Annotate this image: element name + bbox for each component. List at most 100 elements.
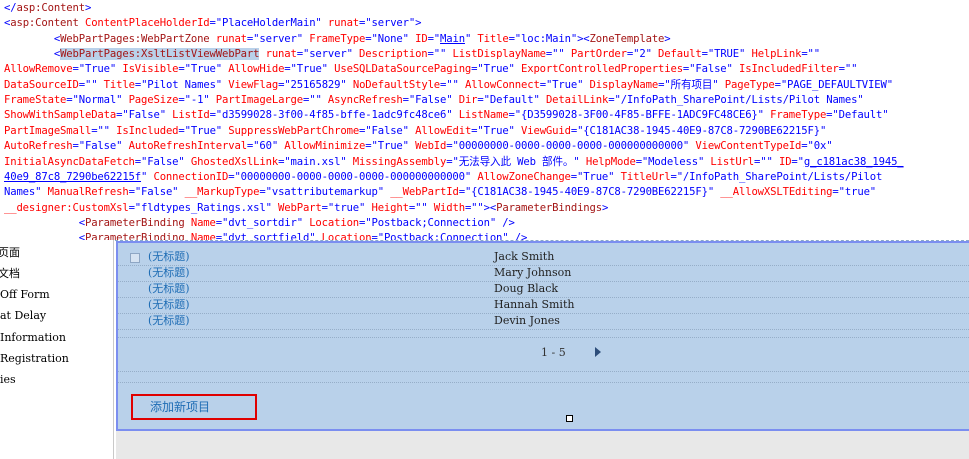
design-surface-margin: [116, 431, 969, 459]
code-line[interactable]: 40e9_87c8_7290be62215f" ConnectionID="00…: [4, 170, 882, 185]
nav-item-registration[interactable]: Registration: [0, 350, 69, 368]
xslt-list-view-webpart[interactable]: (无标题) Jack Smith (无标题) Mary Johnson (无标题…: [116, 241, 969, 431]
code-token: "True": [78, 63, 117, 76]
table-row[interactable]: (无标题) Jack Smith: [118, 249, 969, 266]
item-title-link[interactable]: (无标题): [148, 281, 190, 297]
code-token: ConnectionID: [147, 170, 229, 183]
code-token: PartImageSmall: [4, 124, 92, 137]
code-editor[interactable]: </asp:Content> <asp:Content ContentPlaceH…: [0, 0, 969, 240]
code-token: "": [471, 201, 484, 214]
code-token: TitleUrl: [614, 170, 671, 183]
code-token: "loc:Main": [514, 32, 578, 45]
pager-next-icon[interactable]: [595, 347, 601, 357]
code-token: "true": [838, 186, 877, 199]
code-line[interactable]: <WebPartPages:XsltListViewWebPart runat =…: [4, 47, 820, 62]
code-token: HelpMode: [579, 155, 636, 168]
code-line[interactable]: InitialAsyncDataFetch="False" GhostedXsl…: [4, 155, 904, 170]
code-token: Height: [365, 201, 409, 214]
add-new-item-link[interactable]: 添加新项目: [131, 394, 257, 420]
code-line[interactable]: Names" ManualRefresh="False" __MarkupTyp…: [4, 185, 876, 200]
code-token: DetailLink: [539, 94, 609, 107]
code-token: "TRUE": [707, 48, 746, 61]
code-token: "Default": [483, 94, 540, 107]
code-line[interactable]: <ParameterBinding Name="dvt_sortdir" Loc…: [4, 216, 515, 231]
code-token: "{C181AC38-1945-40E9-87C8-7290BE62215F}": [577, 124, 827, 137]
code-token: "true": [327, 201, 366, 214]
code-token: ParameterBindings: [496, 201, 602, 214]
code-line[interactable]: PartImageSmall="" IsIncluded="True" Supp…: [4, 124, 826, 139]
code-token: "vsattributemarkup": [265, 186, 384, 199]
code-token: "True": [184, 63, 223, 76]
add-new-item-label: 添加新项目: [150, 400, 211, 414]
code-token: "": [309, 94, 322, 107]
code-token: AllowZoneChange: [471, 170, 571, 183]
code-token: "Normal": [72, 94, 123, 107]
table-row[interactable]: (无标题) Devin Jones: [118, 313, 969, 330]
code-token: "True": [577, 170, 615, 183]
code-token: "False": [141, 155, 185, 168]
code-line[interactable]: </asp:Content>: [4, 1, 91, 16]
code-token: "Postback;Connection": [377, 232, 509, 240]
nav-item-delay[interactable]: at Delay: [0, 307, 46, 325]
nav-item-documents[interactable]: 文档: [0, 265, 20, 283]
code-token: "25165829": [284, 78, 347, 91]
table-row[interactable]: (无标题) Doug Black: [118, 281, 969, 298]
row-select-handle[interactable]: [130, 253, 140, 263]
code-token: ListUrl: [704, 155, 755, 168]
code-token: "": [760, 155, 773, 168]
nav-item-pages[interactable]: 页面: [0, 244, 20, 262]
code-line[interactable]: ShowWithSampleData="False" ListId="d3599…: [4, 108, 889, 123]
code-token: WebPartPages:XsltListViewWebPart: [60, 48, 260, 61]
table-row[interactable]: (无标题) Mary Johnson: [118, 265, 969, 282]
code-token: Location: [302, 216, 360, 229]
code-token: runat: [209, 32, 247, 45]
code-token: 40e9_87c8_7290be62215f: [4, 170, 142, 183]
code-token: __WebPartId: [383, 186, 459, 199]
resize-handle[interactable]: [566, 415, 573, 422]
table-row[interactable]: (无标题) Hannah Smith: [118, 297, 969, 314]
code-token: >: [415, 17, 422, 30]
design-view[interactable]: 页面 文档 Off Form at Delay Information Regi…: [0, 240, 969, 459]
code-token: AllowEdit: [408, 124, 472, 137]
code-token: ExportControlledProperties: [514, 63, 683, 76]
code-token: FrameType: [302, 32, 366, 45]
code-token: IsIncluded: [109, 124, 179, 137]
code-token: ="": [801, 48, 820, 61]
code-token: PageType: [718, 78, 775, 91]
code-token: "无法导入此 Web 部件。": [452, 155, 580, 168]
separator: [118, 382, 969, 383]
code-token: "Default": [832, 109, 889, 122]
code-line[interactable]: DataSourceID="" Title="Pilot Names" View…: [4, 78, 893, 93]
item-title-link[interactable]: (无标题): [148, 313, 190, 329]
item-name: Doug Black: [494, 282, 559, 295]
code-token: ContentPlaceHolderId: [78, 17, 210, 30]
code-token: "True": [477, 124, 515, 137]
code-token: FrameType: [763, 109, 827, 122]
code-line[interactable]: AutoRefresh="False" AutoRefreshInterval=…: [4, 139, 833, 154]
code-line[interactable]: <WebPartPages:WebPartZone runat="server"…: [4, 32, 671, 47]
code-token: "/InfoPath_SharePoint/Lists/Pilot Names": [614, 94, 864, 107]
item-title-link[interactable]: (无标题): [148, 249, 190, 265]
item-title-link[interactable]: (无标题): [148, 265, 190, 281]
nav-item-information[interactable]: Information: [0, 329, 66, 347]
code-token: "fldtypes_Ratings.xsl": [134, 201, 272, 214]
nav-item-ies[interactable]: ies: [0, 371, 16, 389]
separator: [118, 337, 969, 338]
code-line[interactable]: AllowRemove="True" IsVisible="True" Allo…: [4, 62, 857, 77]
code-token: PartOrder: [564, 48, 627, 61]
code-token: SuppressWebPartChrome: [222, 124, 360, 137]
code-token: ViewContentTypeId: [689, 140, 802, 153]
code-token: ListId: [165, 109, 210, 122]
item-title-link[interactable]: (无标题): [148, 297, 190, 313]
nav-item-off-form[interactable]: Off Form: [0, 286, 50, 304]
code-line[interactable]: <ParameterBinding Name="dvt_sortfield" L…: [4, 231, 528, 240]
code-token: "dvt_sortdir": [222, 216, 303, 229]
code-token: ParameterBinding: [84, 232, 185, 240]
item-name: Devin Jones: [494, 314, 560, 327]
code-token: "": [84, 78, 98, 91]
code-line[interactable]: FrameState="Normal" PageSize="-1" PartIm…: [4, 93, 864, 108]
code-token: "False": [122, 109, 166, 122]
code-token: >: [84, 2, 92, 14]
code-line[interactable]: __designer:CustomXsl="fldtypes_Ratings.x…: [4, 201, 608, 216]
code-line[interactable]: <asp:Content ContentPlaceHolderId="Place…: [4, 16, 421, 31]
